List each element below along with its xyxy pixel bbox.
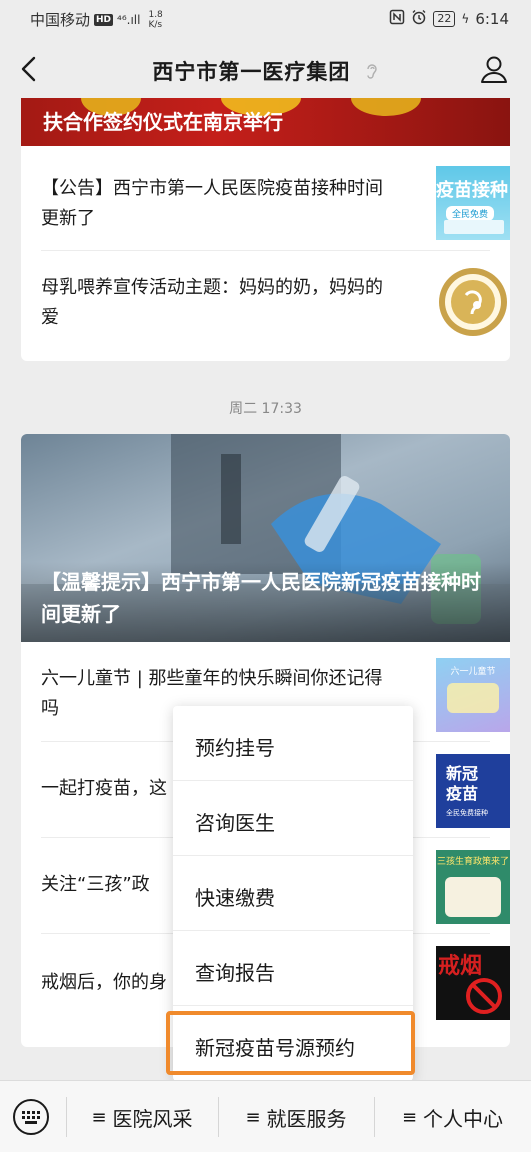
thumb-sub: 全民免费接种 [446, 809, 488, 817]
bottom-menu-medical-service[interactable]: ≡ 就医服务 [218, 1081, 374, 1152]
carrier-label: 中国移动 [30, 11, 91, 29]
hero-title: 【温馨提示】西宁市第一人民医院新冠疫苗接种时间更新了 [41, 570, 481, 626]
no-smoking-icon [466, 978, 502, 1014]
thumb-title: 新冠疫苗 [446, 764, 479, 803]
list-item-title: 母乳喂养宣传活动主题：妈妈的奶，妈妈的爱 [41, 277, 383, 328]
menu-item-appointment[interactable]: 预约挂号 [173, 706, 413, 781]
menu-lines-icon: ≡ [91, 1106, 107, 1128]
page-title: 西宁市第一医疗集团 [0, 56, 531, 86]
nfc-icon [389, 9, 405, 29]
menu-lines-icon: ≡ [245, 1106, 261, 1128]
signal-icon: ⁴⁶.ıll [117, 12, 141, 27]
thumbnail-covid-vaccine: 新冠疫苗 全民免费接种 [436, 754, 510, 828]
clock: 6:14 [475, 10, 509, 28]
thumbnail-quit-smoking: 戒烟 [436, 946, 510, 1020]
menu-lines-icon: ≡ [401, 1106, 418, 1128]
thumb-title: 三孩生育政策来了 [436, 857, 509, 867]
breastfeeding-logo [436, 265, 510, 339]
thumb-graphic [445, 877, 501, 917]
bottom-menu-label: 就医服务 [266, 1106, 347, 1131]
list-item[interactable]: 母乳喂养宣传活动主题：妈妈的奶，妈妈的爱 [41, 251, 507, 356]
nav-bar: 西宁市第一医疗集团 [0, 38, 531, 100]
battery-indicator: 22 [433, 11, 456, 27]
network-speed: 1.8 K/s [148, 10, 162, 30]
list-item[interactable]: 【公告】西宁市第一人民医院疫苗接种时间更新了 疫苗接种 全民免费 [41, 146, 510, 251]
charging-icon: ϟ [461, 12, 470, 26]
thumb-graphic [447, 683, 499, 713]
bottom-menu-label: 医院风采 [112, 1106, 193, 1131]
thumb-sub: 全民免费 [446, 206, 495, 221]
timestamp: 周二 17:33 [229, 401, 302, 417]
article-card: 扶合作签约仪式在南京举行 【公告】西宁市第一人民医院疫苗接种时间更新了 疫苗接种… [21, 98, 510, 361]
thumbnail-childrens-day: 六一儿童节 [436, 658, 510, 732]
thumb-graphic [444, 220, 504, 234]
thumb-title: 疫苗接种 [436, 180, 508, 201]
hero-article[interactable]: 【温馨提示】西宁市第一人民医院新冠疫苗接种时间更新了 [21, 434, 510, 642]
speed-value: 1.8 [148, 9, 163, 20]
keyboard-icon[interactable] [12, 1098, 50, 1136]
banner-article[interactable]: 扶合作签约仪式在南京举行 [21, 98, 510, 146]
thumbnail-three-child: 三孩生育政策来了 [436, 850, 510, 924]
banner-title: 扶合作签约仪式在南京举行 [43, 110, 283, 134]
speed-unit: K/s [148, 19, 163, 30]
thumb-title: 六一儿童节 [450, 667, 496, 677]
bottom-menu-personal-center[interactable]: ≡ 个人中心 [374, 1081, 531, 1152]
thumbnail-vaccine: 疫苗接种 全民免费 [436, 166, 510, 240]
list-item-title: 【公告】西宁市第一人民医院疫苗接种时间更新了 [41, 178, 383, 229]
highlight-box [166, 1011, 415, 1075]
menu-item-query-report[interactable]: 查询报告 [173, 931, 413, 1006]
menu-item-consult-doctor[interactable]: 咨询医生 [173, 781, 413, 856]
status-bar: 中国移动 HD ⁴⁶.ıll 1.8 K/s 22 ϟ 6:14 [0, 0, 531, 38]
ear-icon [365, 61, 379, 85]
bottom-menu-label: 个人中心 [423, 1106, 504, 1131]
menu-item-quick-payment[interactable]: 快速缴费 [173, 856, 413, 931]
bottom-menu: ≡ 医院风采 ≡ 就医服务 ≡ 个人中心 [0, 1080, 531, 1152]
bottom-menu-hospital[interactable]: ≡ 医院风采 [66, 1081, 218, 1152]
page-title-text: 西宁市第一医疗集团 [152, 60, 351, 84]
hd-badge: HD [94, 13, 114, 26]
alarm-icon [411, 9, 427, 29]
profile-icon[interactable] [479, 54, 509, 84]
